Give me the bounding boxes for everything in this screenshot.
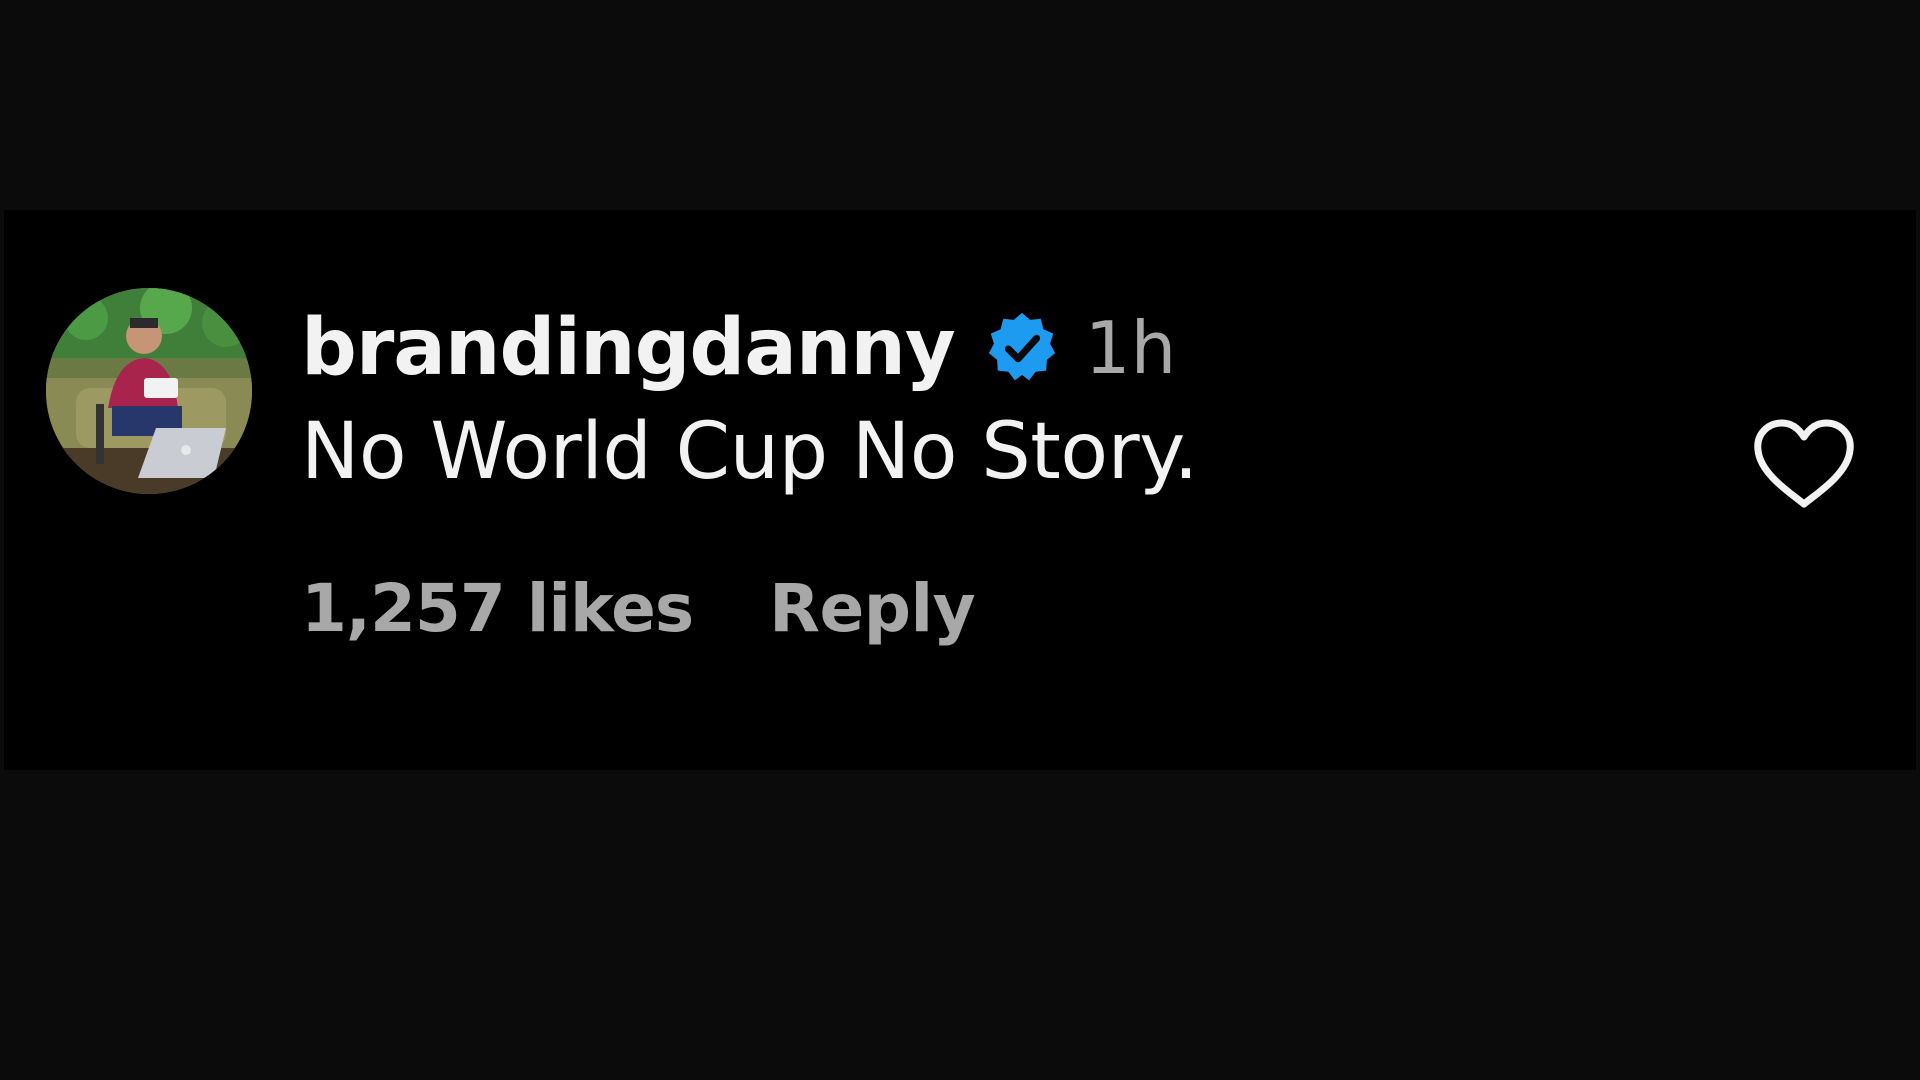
comment-item: brandingdanny 1h No World Cup No Story. … — [4, 210, 1916, 770]
likes-count[interactable]: 1,257 likes — [301, 570, 694, 647]
reply-button[interactable]: Reply — [769, 570, 975, 647]
like-button[interactable] — [1752, 418, 1856, 510]
username-link[interactable]: brandingdanny — [301, 309, 956, 387]
comment-timestamp[interactable]: 1h — [1085, 312, 1176, 384]
comment-content: brandingdanny 1h No World Cup No Story. … — [301, 302, 1198, 647]
comment-actions: 1,257 likes Reply — [301, 570, 1198, 647]
comment-text: No World Cup No Story. — [301, 407, 1198, 497]
profile-photo — [46, 288, 252, 494]
avatar[interactable] — [46, 288, 252, 494]
comment-header: brandingdanny 1h — [301, 302, 1198, 394]
verified-badge-icon — [983, 309, 1061, 387]
heart-outline-icon — [1754, 419, 1854, 508]
